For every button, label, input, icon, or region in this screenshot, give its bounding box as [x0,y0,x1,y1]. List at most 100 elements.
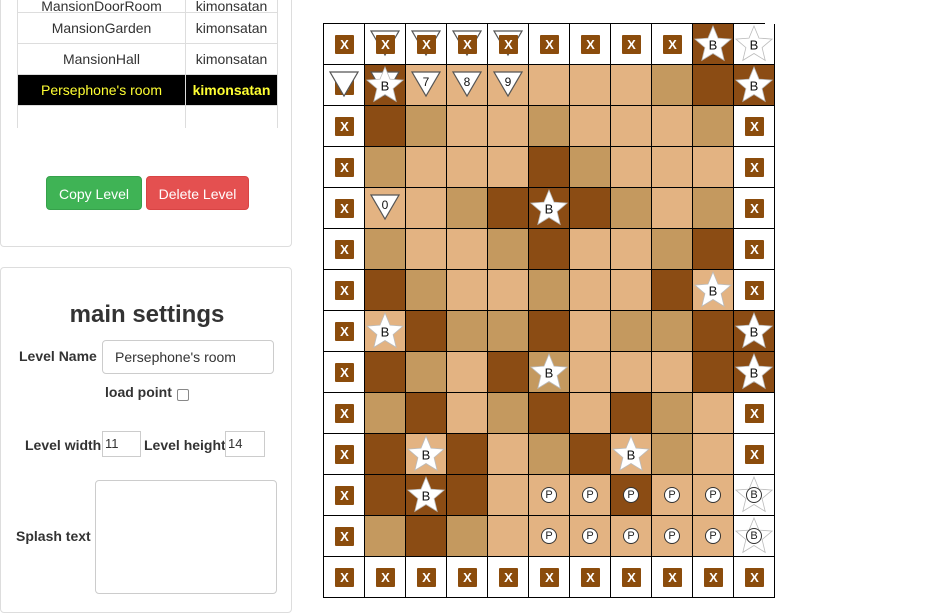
grid-cell[interactable] [652,188,693,229]
grid-cell[interactable]: X [324,188,365,229]
copy-level-button[interactable]: Copy Level [46,176,142,210]
grid-cell[interactable] [488,311,529,352]
remove-x-icon[interactable]: X [376,35,395,54]
grid-cell[interactable] [447,270,488,311]
grid-cell[interactable]: P [529,516,570,557]
grid-cell[interactable] [611,270,652,311]
grid-cell[interactable]: X [611,557,652,598]
grid-cell[interactable]: P [693,516,734,557]
grid-cell[interactable]: B [693,24,734,65]
grid-cell[interactable] [570,393,611,434]
grid-cell[interactable] [693,188,734,229]
grid-cell[interactable] [529,229,570,270]
grid-cell[interactable]: X [652,24,693,65]
grid-cell[interactable]: X [324,393,365,434]
grid-cell[interactable] [570,147,611,188]
remove-x-icon[interactable]: X [745,568,764,587]
grid-cell[interactable] [447,352,488,393]
grid-cell[interactable] [488,516,529,557]
remove-x-icon[interactable]: X [335,404,354,423]
grid-cell[interactable]: X [324,106,365,147]
star-icon[interactable]: B [735,353,773,391]
grid-cell[interactable] [365,229,406,270]
remove-x-icon[interactable]: X [581,35,600,54]
grid-cell[interactable]: X [365,557,406,598]
grid-cell[interactable] [447,475,488,516]
grid-cell[interactable] [406,516,447,557]
grid-cell[interactable] [365,106,406,147]
grid-cell[interactable]: P [693,475,734,516]
grid-cell[interactable] [529,147,570,188]
splash-text-input[interactable] [95,480,277,594]
grid-cell[interactable] [652,352,693,393]
grid-cell[interactable] [652,311,693,352]
remove-x-icon[interactable]: X [499,568,518,587]
grid-cell[interactable] [652,106,693,147]
grid-cell[interactable]: X [529,24,570,65]
grid-cell[interactable] [570,270,611,311]
p-circle-icon[interactable]: P [664,528,680,544]
table-row[interactable]: MansionHall kimonsatan [17,43,278,75]
grid-cell[interactable]: X [734,557,775,598]
grid-cell[interactable]: 0 [365,188,406,229]
grid-cell[interactable]: X [734,434,775,475]
star-icon[interactable]: B [735,66,773,104]
star-icon[interactable]: B [530,353,568,391]
p-circle-icon[interactable]: P [541,487,557,503]
grid-cell[interactable] [611,106,652,147]
grid-cell[interactable] [570,188,611,229]
grid-cell[interactable] [488,270,529,311]
grid-cell[interactable] [693,147,734,188]
grid-cell[interactable] [693,352,734,393]
grid-cell[interactable] [693,65,734,106]
grid-cell[interactable]: X [734,106,775,147]
grid-cell[interactable] [570,311,611,352]
grid-cell[interactable]: X [324,311,365,352]
grid-cell[interactable]: X [570,24,611,65]
grid-cell[interactable] [488,229,529,270]
remove-x-icon[interactable]: X [335,199,354,218]
grid-cell[interactable] [447,147,488,188]
grid-cell[interactable] [693,229,734,270]
remove-x-icon[interactable]: X [745,117,764,136]
grid-cell[interactable]: X [324,475,365,516]
remove-x-icon[interactable]: X [663,568,682,587]
grid-cell[interactable]: P [570,475,611,516]
grid-cell[interactable] [570,352,611,393]
grid-cell[interactable]: X [406,24,447,65]
triangle-marker-icon[interactable]: 0 [370,193,400,221]
grid-cell[interactable] [447,516,488,557]
grid-cell[interactable]: P [652,516,693,557]
grid-cell[interactable] [611,352,652,393]
grid-cell[interactable]: X [652,557,693,598]
grid-cell[interactable]: X [365,24,406,65]
grid-cell[interactable] [365,352,406,393]
grid-cell[interactable] [652,434,693,475]
star-icon[interactable]: B [407,476,445,514]
grid-cell[interactable]: X [324,24,365,65]
grid-cell[interactable]: B [529,352,570,393]
remove-x-icon[interactable]: X [335,158,354,177]
star-icon[interactable]: B [694,25,732,63]
grid-cell[interactable] [447,434,488,475]
grid-cell[interactable] [529,311,570,352]
grid-cell[interactable] [406,147,447,188]
grid-cell[interactable]: X [529,557,570,598]
remove-x-icon[interactable]: X [745,445,764,464]
grid-cell[interactable]: X [324,557,365,598]
grid-cell[interactable] [447,188,488,229]
grid-cell[interactable]: X [447,24,488,65]
grid-cell[interactable]: 7 [406,65,447,106]
grid-cell[interactable]: X [611,24,652,65]
grid-cell[interactable] [611,311,652,352]
grid-cell[interactable] [488,106,529,147]
grid-cell[interactable]: B [734,352,775,393]
p-circle-icon[interactable]: P [582,487,598,503]
grid-cell[interactable] [570,434,611,475]
remove-x-icon[interactable]: X [376,568,395,587]
grid-cell[interactable]: X [324,434,365,475]
p-circle-icon[interactable]: P [623,528,639,544]
grid-cell[interactable] [447,106,488,147]
grid-cell[interactable] [652,147,693,188]
grid-cell[interactable]: B [365,311,406,352]
